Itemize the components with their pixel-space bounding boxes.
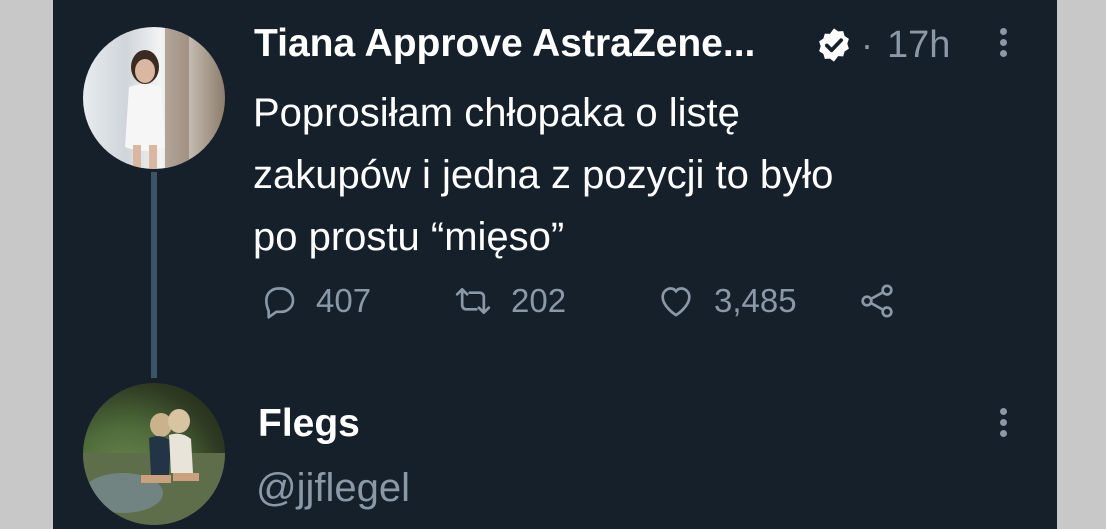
- tweet-text: Poprosiłam chłopaka o listę zakupów i je…: [253, 82, 1013, 268]
- like-count: 3,485: [714, 282, 797, 319]
- avatar-photo: [125, 27, 189, 169]
- reply-icon: [265, 287, 295, 319]
- tweet-author-name[interactable]: Tiana Approve AstraZene...: [254, 22, 755, 66]
- tweet-text-line: Poprosiłam chłopaka o listę: [253, 91, 740, 135]
- tweet-timestamp[interactable]: 17h: [887, 24, 950, 67]
- more-options-icon[interactable]: [1000, 408, 1008, 442]
- thread-connector-line: [151, 172, 157, 378]
- more-options-icon[interactable]: [1000, 28, 1008, 62]
- reply-avatar[interactable]: [83, 383, 225, 525]
- reply-button[interactable]: 407: [258, 280, 371, 322]
- reply-author-handle[interactable]: @jjflegel: [256, 466, 410, 511]
- separator-dot: ·: [861, 24, 873, 65]
- tweet-thread: Tiana Approve AstraZene... · 17h Poprosi…: [53, 0, 1057, 529]
- reply-count: 407: [316, 282, 372, 319]
- retweet-count: 202: [511, 282, 567, 319]
- tweet-text-line: po prostu “mięso”: [253, 215, 565, 259]
- avatar[interactable]: [83, 27, 225, 169]
- share-button[interactable]: [857, 280, 897, 322]
- share-icon: [861, 284, 893, 318]
- reply-avatar-photo: [83, 409, 225, 525]
- verified-badge-icon: [819, 28, 849, 62]
- heart-icon: [661, 287, 691, 317]
- tweet-text-line: zakupów i jedna z pozycji to było: [253, 153, 834, 197]
- retweet-button[interactable]: 202: [453, 280, 566, 322]
- like-button[interactable]: 3,485: [656, 280, 797, 322]
- reply-author-name[interactable]: Flegs: [258, 402, 360, 446]
- retweet-icon: [455, 288, 491, 314]
